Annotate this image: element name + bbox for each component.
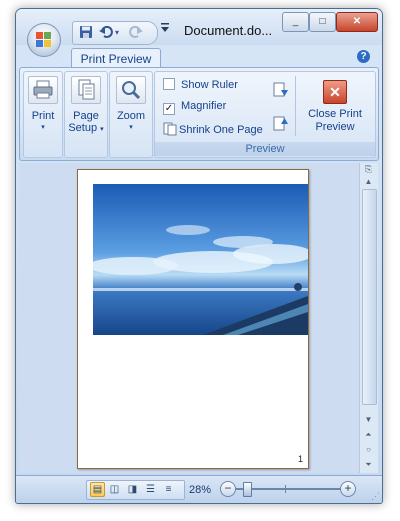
magnifier-label: Magnifier: [181, 100, 227, 112]
zoom-level-button[interactable]: 28%: [189, 484, 211, 496]
show-ruler-checkbox[interactable]: Show Ruler: [163, 78, 238, 94]
tab-print-preview[interactable]: Print Preview: [71, 48, 161, 69]
view-buttons: ▤ ◫ ◨ ☰ ≡: [86, 480, 185, 500]
resize-grip-icon[interactable]: ⋰: [371, 491, 380, 502]
window-controls: _ □ ✕: [282, 12, 378, 32]
close-print-preview-button[interactable]: ✕ Close Print Preview: [299, 80, 371, 134]
zoom-in-button[interactable]: +: [340, 481, 356, 497]
magnifier-checkbox[interactable]: ✓ Magnifier: [163, 100, 226, 116]
scroll-track[interactable]: [362, 189, 377, 405]
preview-workspace[interactable]: 1: [19, 163, 359, 473]
page-setup-label-line1: Page: [73, 110, 99, 122]
window-title: Document.do...: [184, 23, 273, 38]
help-icon[interactable]: ?: [357, 50, 370, 63]
previous-page-icon[interactable]: [273, 114, 289, 135]
save-icon[interactable]: [79, 25, 93, 42]
page-setup-dropdown-icon: ▾: [100, 126, 104, 133]
next-page-button[interactable]: ⏷: [362, 458, 375, 471]
scroll-thumb[interactable]: [363, 190, 376, 404]
shrink-one-page-label: Shrink One Page: [179, 124, 263, 136]
vertical-scrollbar[interactable]: ⎘ ▲ ▼ ⏶ ○ ⏷: [359, 163, 378, 473]
page-setup-group: Page Setup ▾: [64, 71, 108, 158]
draft-view-icon[interactable]: ≡: [162, 483, 175, 496]
title-bar: ▾ Document.do... _ □ ✕: [16, 9, 382, 45]
close-print-label-line2: Preview: [315, 121, 355, 133]
quick-access-toolbar: ▾: [72, 21, 158, 45]
magnifier-icon: [116, 76, 146, 104]
zoom-slider-thumb[interactable]: [242, 482, 252, 497]
application-window: ▾ Document.do... _ □ ✕ Print Preview ? P…: [15, 8, 383, 504]
print-label: Print: [31, 110, 55, 122]
zoom-button[interactable]: Zoom ▾: [112, 76, 150, 131]
document-page[interactable]: 1: [77, 169, 309, 469]
ribbon-tabs: Print Preview ?: [16, 45, 382, 69]
show-ruler-label: Show Ruler: [181, 79, 238, 91]
preview-group: Show Ruler ✓ Magnifier Shrink One Page ✕ …: [154, 71, 376, 158]
print-button[interactable]: Print ▾: [26, 76, 60, 131]
page-setup-label-line2: Setup: [68, 122, 98, 134]
printer-icon: [28, 76, 58, 104]
next-page-icon[interactable]: [273, 82, 289, 103]
sea-image: [93, 184, 308, 335]
preview-group-label: Preview: [155, 142, 375, 156]
undo-dropdown-icon[interactable]: ▾: [115, 28, 119, 37]
status-bar: ▤ ◫ ◨ ☰ ≡ 28% − + ⋰: [16, 475, 382, 503]
page-setup-icon: [71, 76, 101, 104]
zoom-dropdown-icon: ▾: [129, 124, 133, 131]
magnifier-check-box[interactable]: ✓: [163, 103, 175, 115]
previous-page-button[interactable]: ⏶: [362, 428, 375, 441]
zoom-out-button[interactable]: −: [220, 481, 236, 497]
office-logo-icon: [36, 32, 52, 48]
separator: [295, 76, 296, 136]
show-ruler-check-box[interactable]: [163, 78, 175, 90]
scroll-down-button[interactable]: ▼: [362, 413, 375, 426]
page-number: 1: [297, 454, 303, 464]
zoom-label: Zoom: [116, 110, 146, 122]
print-dropdown-icon: ▾: [41, 124, 45, 131]
scroll-up-button[interactable]: ▲: [362, 175, 375, 188]
minimize-button[interactable]: _: [282, 12, 309, 32]
print-group: Print ▾: [23, 71, 63, 158]
outline-view-icon[interactable]: ☰: [144, 483, 157, 496]
close-window-button[interactable]: ✕: [336, 12, 378, 32]
full-screen-reading-view-icon[interactable]: ◫: [108, 483, 121, 496]
web-layout-view-icon[interactable]: ◨: [126, 483, 139, 496]
print-layout-view-icon[interactable]: ▤: [90, 482, 105, 497]
customize-toolbar-icon[interactable]: [161, 23, 169, 36]
office-button[interactable]: [27, 23, 61, 57]
page-setup-button[interactable]: Page Setup ▾: [67, 76, 105, 134]
close-preview-icon: ✕: [323, 80, 347, 104]
zoom-slider-midpoint: [285, 485, 286, 493]
close-print-label-line1: Close Print: [308, 108, 362, 120]
ribbon: Print ▾ Page Setup ▾ Zoom ▾ Show Ruler ✓…: [19, 67, 379, 161]
shrink-one-page-button[interactable]: Shrink One Page: [163, 122, 263, 138]
undo-icon[interactable]: [99, 25, 113, 42]
maximize-button[interactable]: □: [309, 12, 336, 32]
redo-icon[interactable]: [129, 25, 143, 42]
select-browse-object-button[interactable]: ○: [362, 443, 375, 456]
shrink-page-icon: [163, 122, 177, 139]
zoom-slider[interactable]: [236, 482, 344, 497]
zoom-group: Zoom ▾: [109, 71, 153, 158]
